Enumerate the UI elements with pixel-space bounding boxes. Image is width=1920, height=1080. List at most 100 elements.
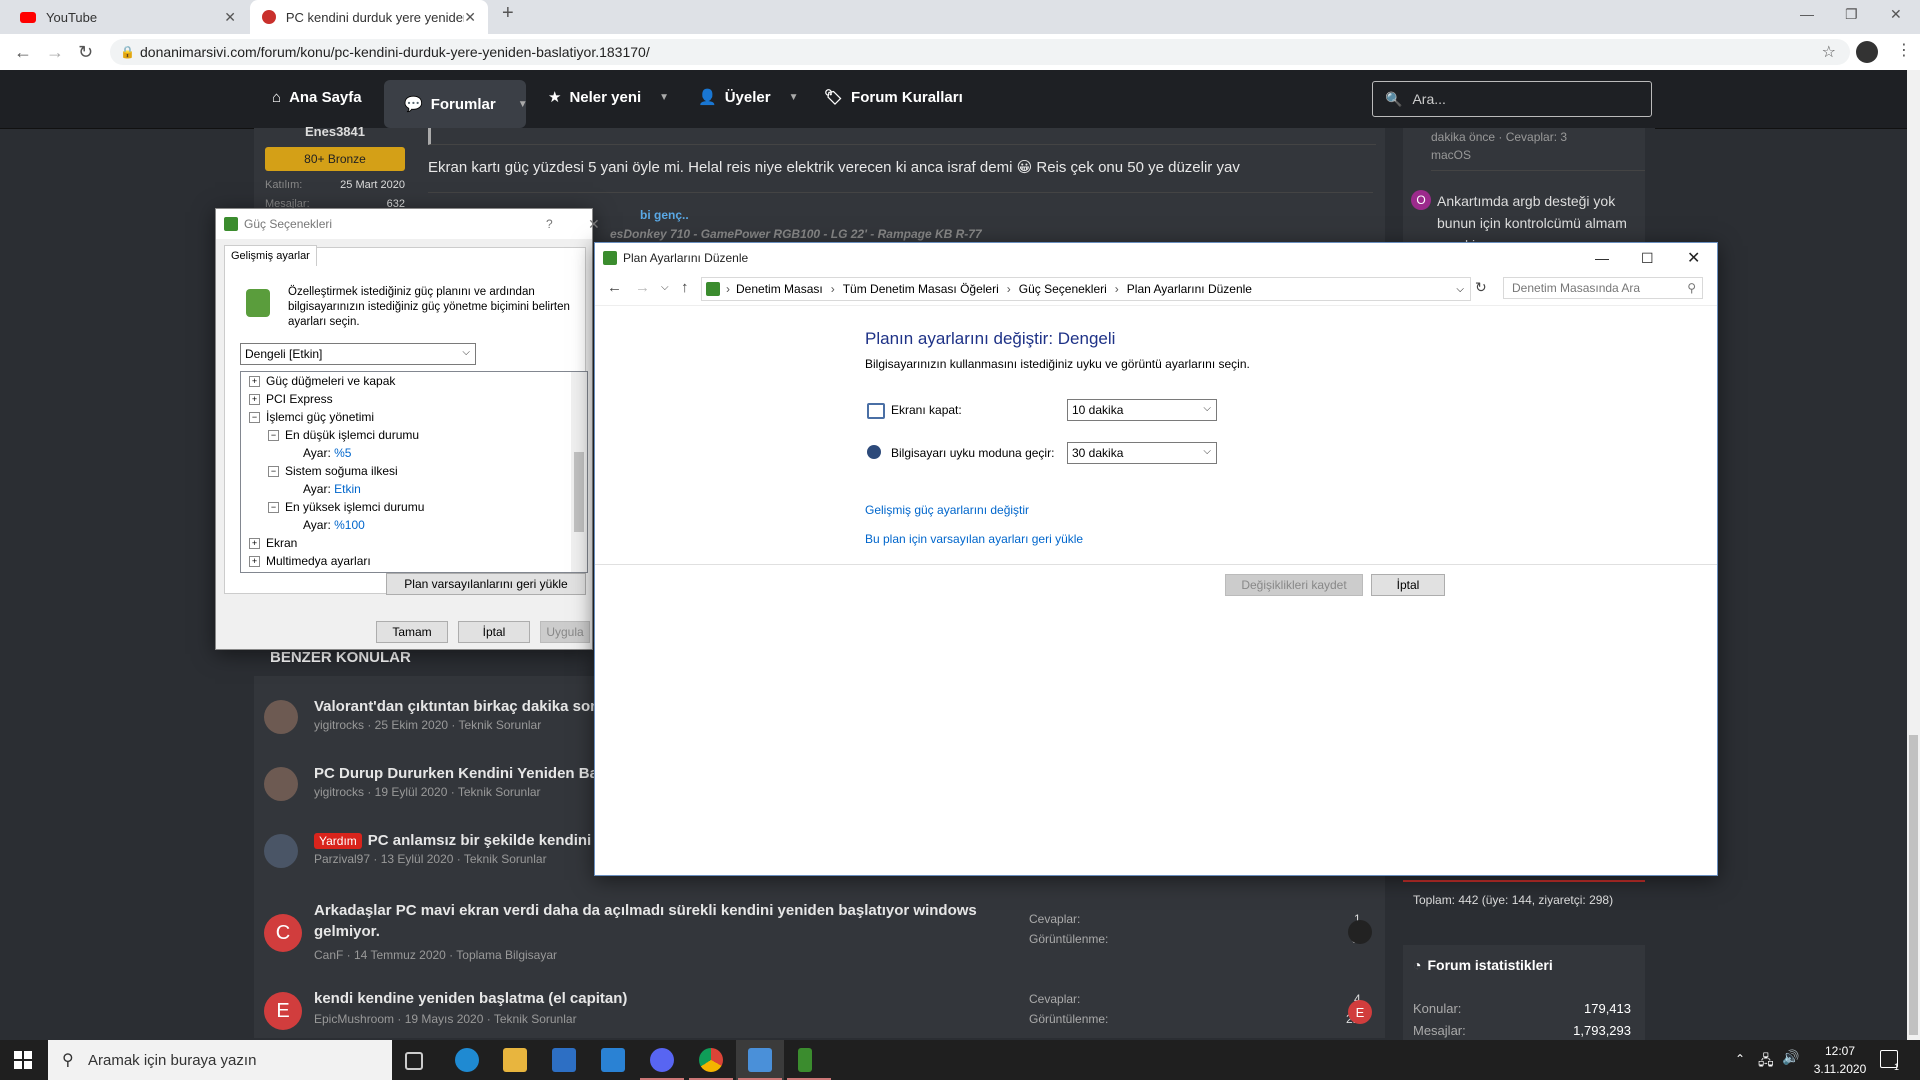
chevron-down-icon[interactable]: ⌵ — [1456, 284, 1464, 295]
save-changes-button[interactable]: Değişiklikleri kaydet — [1225, 574, 1363, 596]
latest-item-title[interactable]: Ankartımda argb desteği yok bunun için k… — [1437, 190, 1637, 234]
store-icon[interactable] — [552, 1048, 576, 1072]
chrome-icon[interactable] — [699, 1048, 723, 1072]
task-view-icon[interactable] — [405, 1052, 423, 1070]
network-icon[interactable]: 🖧 — [1758, 1050, 1774, 1074]
avatar[interactable]: C — [264, 914, 302, 952]
tree-item[interactable]: + Ekran — [249, 536, 297, 550]
close-icon[interactable]: ✕ — [1687, 248, 1700, 268]
plan-select[interactable]: Dengeli [Etkin] ⌵ — [240, 343, 476, 365]
expand-toggle[interactable]: − — [268, 466, 279, 478]
nav-rules[interactable]: 🏷 Forum Kuralları — [824, 70, 963, 124]
restore-defaults-button[interactable]: Plan varsayılanlarını geri yükle — [386, 573, 586, 595]
tree-item[interactable]: − En yüksek işlemci durumu — [268, 500, 424, 514]
apply-button[interactable]: Uygula — [540, 621, 590, 643]
windows-start-icon[interactable] — [14, 1051, 32, 1069]
menu-dots-icon[interactable]: ⋮ — [1896, 40, 1912, 60]
thread-title[interactable]: PC anlamsız bir şekilde kendini y — [368, 832, 604, 849]
thread-title[interactable]: PC Durup Dururken Kendini Yeniden Ba — [314, 765, 598, 782]
ok-button[interactable]: Tamam — [376, 621, 448, 643]
expand-toggle[interactable]: + — [249, 556, 260, 568]
minimize-icon[interactable]: — — [1800, 6, 1814, 22]
setting-value-link[interactable]: %5 — [334, 446, 351, 460]
scrollbar-thumb[interactable] — [1909, 735, 1918, 1035]
tree-item[interactable]: − En düşük işlemci durumu — [268, 428, 419, 442]
setting-value-link[interactable]: Etkin — [334, 482, 361, 496]
avatar[interactable]: O — [1411, 190, 1431, 210]
close-icon[interactable]: ✕ — [588, 216, 600, 233]
tree-item[interactable]: Ayar: %5 — [303, 446, 351, 460]
mail-icon[interactable] — [601, 1048, 625, 1072]
back-arrow-icon[interactable]: ← — [607, 279, 622, 296]
chevron-down-icon[interactable]: ▼ — [659, 92, 669, 103]
tree-item[interactable]: Ayar: Etkin — [303, 482, 361, 496]
bookmark-star-icon[interactable]: ☆ — [1822, 42, 1836, 62]
breadcrumb[interactable]: › Denetim Masası › Tüm Denetim Masası Öğ… — [701, 277, 1471, 301]
forward-arrow-icon[interactable]: → — [46, 42, 64, 63]
back-arrow-icon[interactable]: ← — [14, 42, 32, 63]
tree-item[interactable]: − Sistem soğuma ilkesi — [268, 464, 398, 478]
thread-title[interactable]: Arkadaşlar PC mavi ekran verdi daha da a… — [314, 902, 1034, 940]
thread-title-wrap[interactable]: Yardım PC anlamsız bir şekilde kendini y — [314, 832, 604, 849]
reload-icon[interactable]: ↻ — [78, 42, 93, 63]
breadcrumb-item[interactable]: Güç Seçenekleri — [1019, 282, 1107, 296]
expand-toggle[interactable]: − — [249, 412, 260, 424]
breadcrumb-item[interactable]: Tüm Denetim Masası Öğeleri — [843, 282, 999, 296]
advanced-settings-link[interactable]: Gelişmiş güç ayarlarını değiştir — [865, 503, 1029, 517]
expand-toggle[interactable]: − — [268, 430, 279, 442]
clock-time[interactable]: 12:07 — [1810, 1044, 1870, 1058]
new-tab-icon[interactable]: + — [502, 2, 514, 25]
tab-forum[interactable]: PC kendini durduk yere yeniden b ✕ — [250, 0, 488, 34]
scrollbar-thumb[interactable] — [574, 452, 584, 532]
maximize-icon[interactable]: ☐ — [1641, 250, 1654, 267]
close-window-icon[interactable]: ✕ — [1890, 6, 1902, 23]
chevron-down-icon[interactable]: ▼ — [789, 92, 799, 103]
close-tab-icon[interactable]: ✕ — [224, 9, 236, 26]
restore-icon[interactable]: ❐ — [1845, 6, 1858, 23]
file-explorer-icon[interactable] — [503, 1048, 527, 1072]
page-scrollbar[interactable] — [1907, 70, 1920, 1040]
cancel-button[interactable]: İptal — [458, 621, 530, 643]
tree-item[interactable]: Ayar: %100 — [303, 518, 365, 532]
nav-home[interactable]: ⌂ Ana Sayfa — [272, 70, 362, 124]
settings-tree[interactable]: + Güç düğmeleri ve kapak + PCI Express − İş… — [240, 371, 588, 573]
forward-arrow-icon[interactable]: → — [635, 279, 650, 296]
avatar[interactable] — [264, 834, 298, 868]
breadcrumb-item[interactable]: Plan Ayarlarını Düzenle — [1127, 282, 1252, 296]
edge-icon[interactable] — [455, 1048, 479, 1072]
tab-advanced-settings[interactable]: Gelişmiş ayarlar — [224, 245, 317, 266]
chevron-down-icon[interactable]: ▼ — [518, 99, 528, 110]
help-icon[interactable]: ? — [546, 217, 553, 231]
refresh-icon[interactable]: ↻ — [1475, 279, 1487, 296]
tab-youtube[interactable]: YouTube ✕ — [8, 0, 248, 34]
tree-item[interactable]: + PCI Express — [249, 392, 333, 406]
tree-item[interactable]: + Güç düğmeleri ve kapak — [249, 374, 395, 388]
close-tab-icon[interactable]: ✕ — [464, 9, 476, 26]
thread-title[interactable]: Valorant'dan çıktıntan birkaç dakika son — [314, 698, 599, 715]
taskbar-search[interactable]: ⚲ Aramak için buraya yazın — [48, 1040, 392, 1080]
nav-forums[interactable]: 💬 Forumlar ▼ — [384, 80, 528, 128]
up-arrow-icon[interactable]: ↑ — [681, 279, 689, 296]
latest-item-forum[interactable]: macOS — [1431, 148, 1471, 162]
nav-whats-new[interactable]: ★ Neler yeni ▼ — [548, 70, 669, 124]
thread-title[interactable]: kendi kendine yeniden başlatma (el capit… — [314, 990, 627, 1007]
profile-avatar[interactable] — [1856, 41, 1878, 63]
avatar[interactable] — [264, 767, 298, 801]
control-panel-icon[interactable] — [748, 1048, 772, 1072]
restore-defaults-link[interactable]: Bu plan için varsayılan ayarları geri yü… — [865, 532, 1083, 546]
chevron-down-icon[interactable]: ⌵ — [661, 282, 669, 293]
display-off-select[interactable]: 10 dakika ⌵ — [1067, 399, 1217, 421]
avatar[interactable] — [264, 700, 298, 734]
expand-toggle[interactable]: + — [249, 538, 260, 550]
clock-date[interactable]: 3.11.2020 — [1810, 1062, 1870, 1076]
avatar[interactable]: E — [264, 992, 302, 1030]
tree-scrollbar[interactable] — [571, 372, 587, 572]
tray-chevron-up-icon[interactable]: ⌃ — [1735, 1052, 1745, 1066]
sleep-select[interactable]: 30 dakika ⌵ — [1067, 442, 1217, 464]
control-panel-search[interactable]: Denetim Masasında Ara ⚲ — [1503, 277, 1703, 299]
discord-icon[interactable] — [650, 1048, 674, 1072]
expand-toggle[interactable]: − — [268, 502, 279, 514]
last-user-avatar[interactable]: E — [1348, 1000, 1372, 1024]
expand-toggle[interactable]: + — [249, 376, 260, 388]
expand-toggle[interactable]: + — [249, 394, 260, 406]
